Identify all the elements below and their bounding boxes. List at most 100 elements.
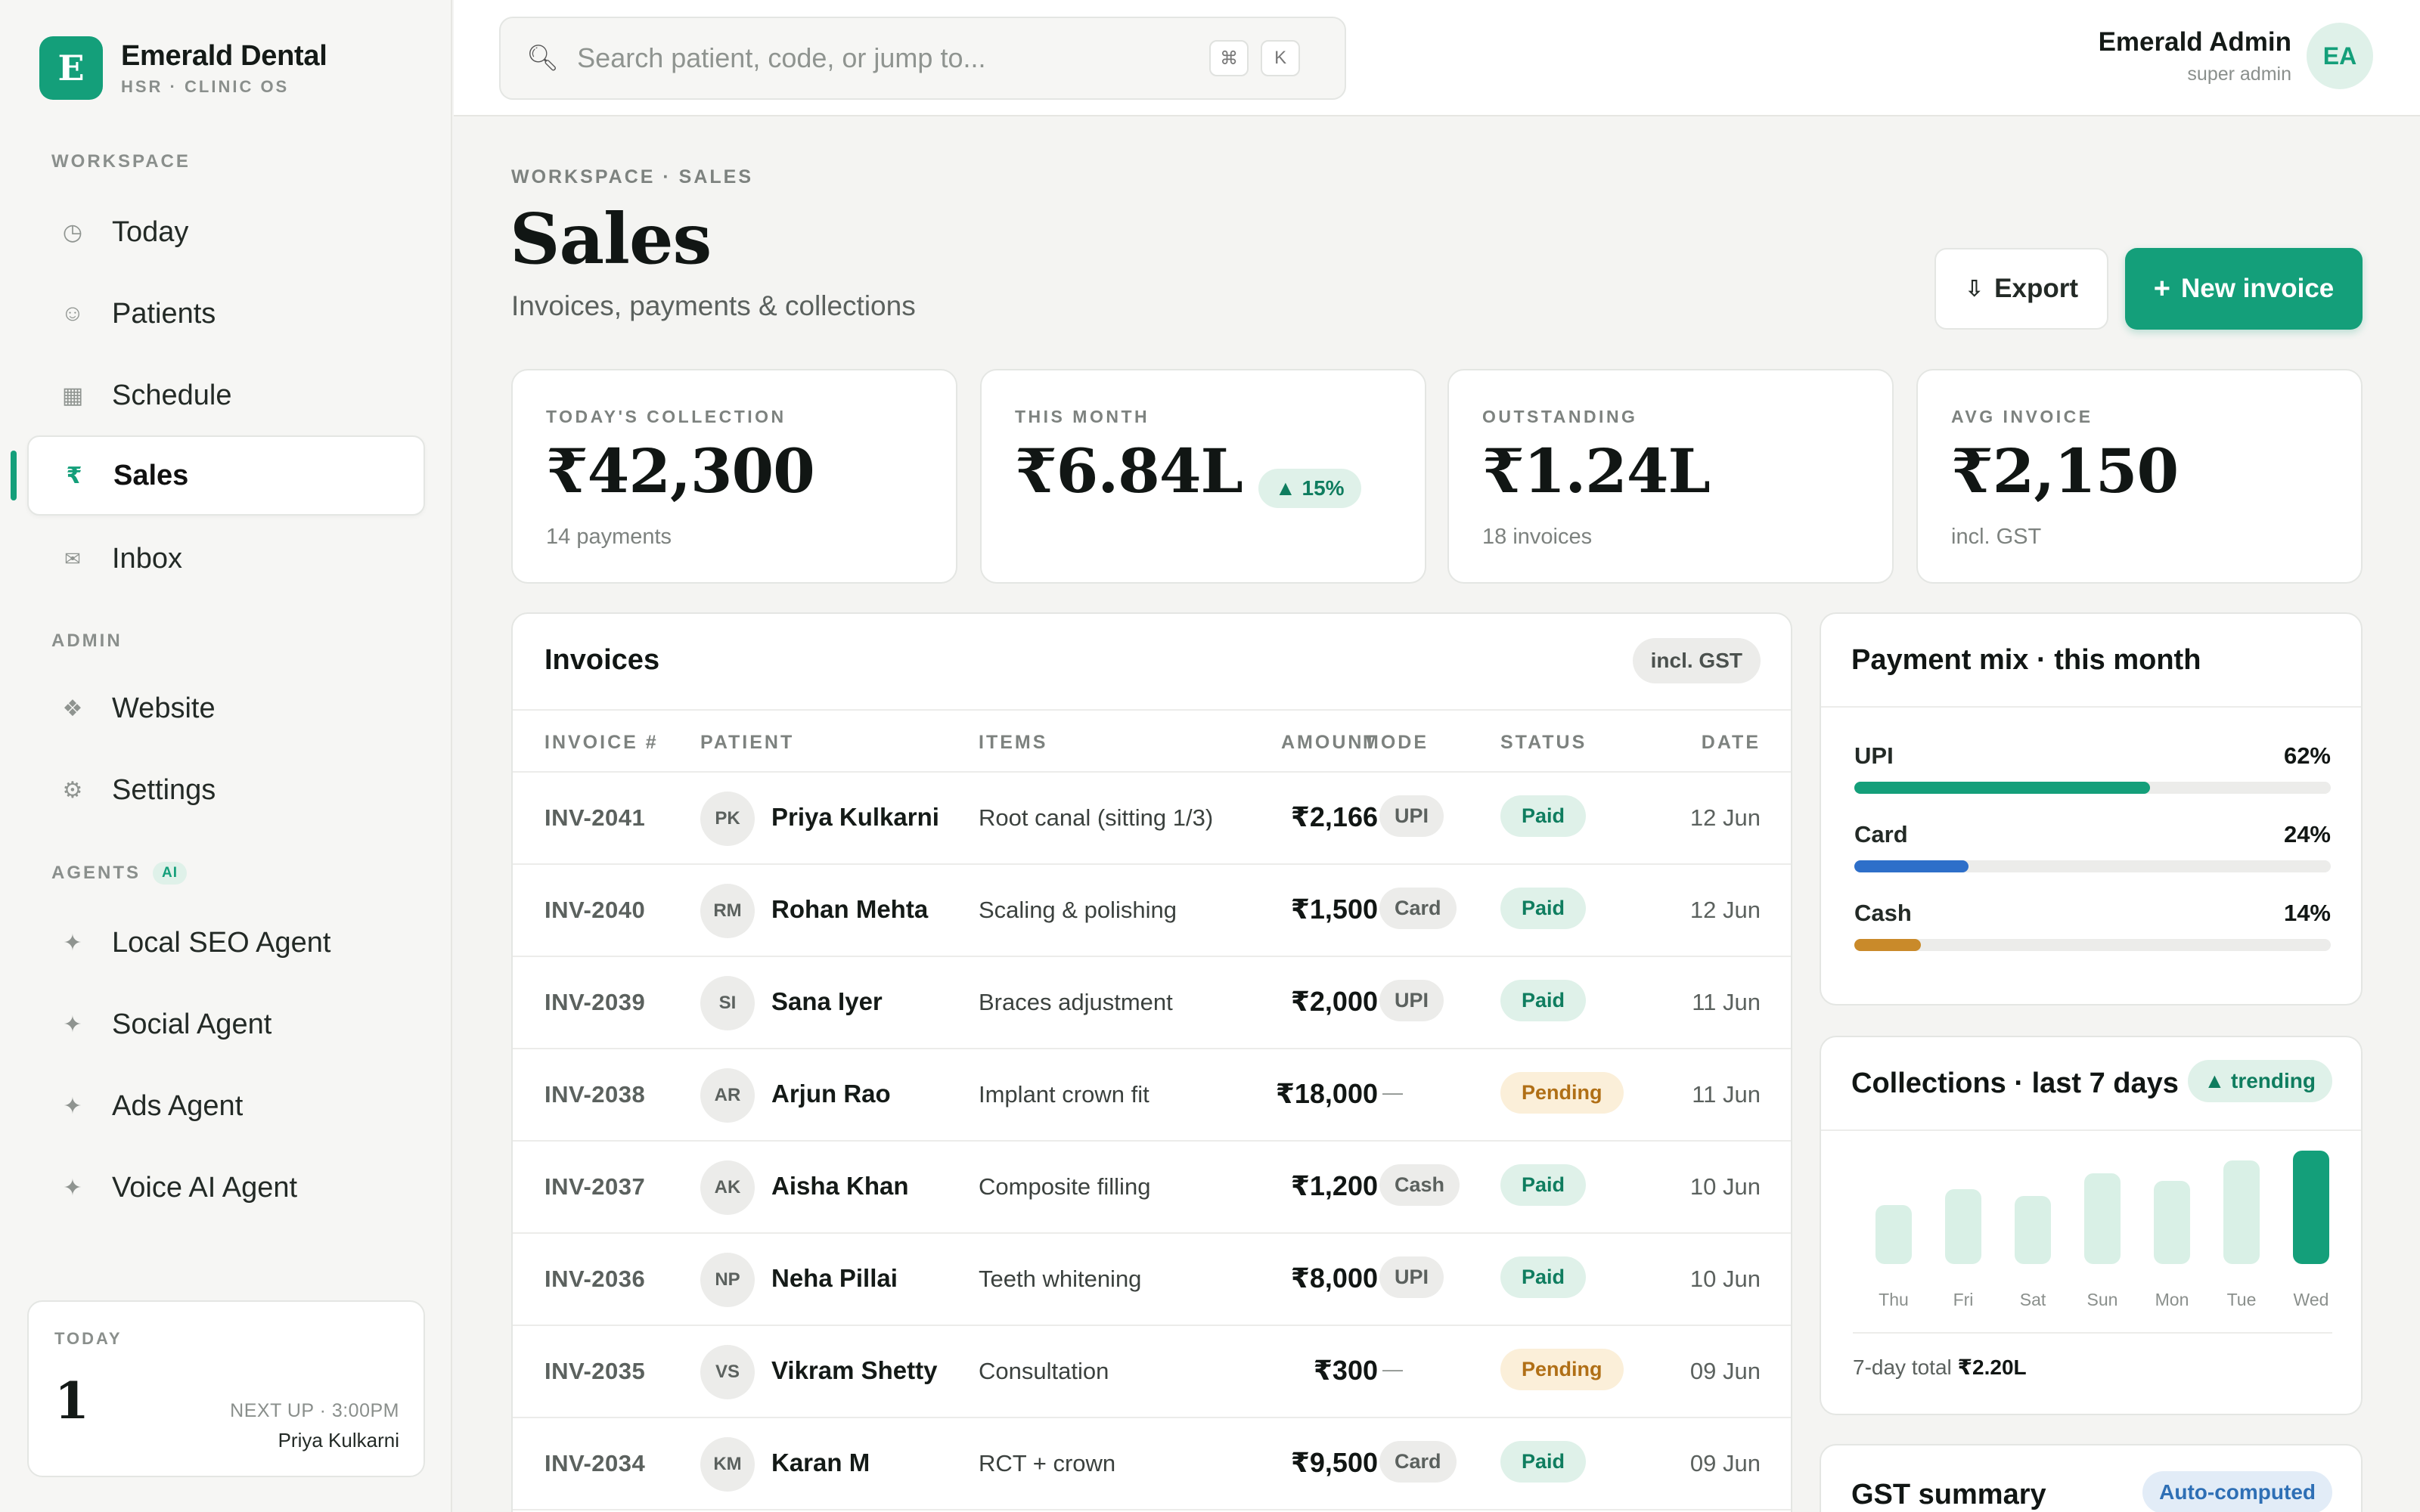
invoice-date: 10 Jun bbox=[1689, 1266, 1761, 1292]
sidebar-item-ads-agent[interactable]: ✦ Ads Agent bbox=[27, 1066, 425, 1146]
invoice-number[interactable]: INV-2040 bbox=[544, 897, 645, 924]
sidebar-item-social-agent[interactable]: ✦ Social Agent bbox=[27, 984, 425, 1064]
patient-name[interactable]: Neha Pillai bbox=[771, 1264, 898, 1293]
gst-summary-panel: GST summary Auto-computed bbox=[1820, 1444, 2363, 1512]
patient-name[interactable]: Priya Kulkarni bbox=[771, 803, 939, 832]
patient-name[interactable]: Sana Iyer bbox=[771, 987, 883, 1016]
invoice-items: RCT + crown bbox=[979, 1450, 1116, 1476]
stat-card-todays-collection: TODAY'S COLLECTION ₹42,300 14 payments bbox=[511, 369, 957, 584]
patient-name[interactable]: Karan M bbox=[771, 1448, 870, 1477]
sidebar-item-sales[interactable]: ₹ Sales bbox=[27, 435, 425, 516]
column-header-date[interactable]: DATE bbox=[1702, 732, 1761, 754]
new-invoice-button-label: New invoice bbox=[2180, 274, 2335, 303]
bar-tue[interactable] bbox=[2223, 1160, 2260, 1264]
breadcrumb: WORKSPACE · SALES bbox=[511, 166, 753, 187]
table-row[interactable]: INV-2036 NP Neha Pillai Teeth whitening ₹8,0… bbox=[513, 1234, 1791, 1326]
invoice-items: Implant crown fit bbox=[979, 1081, 1150, 1108]
patient-name[interactable]: Vikram Shetty bbox=[771, 1356, 938, 1385]
stat-value: ₹6.84L bbox=[1015, 435, 1243, 507]
sidebar-item-schedule[interactable]: ▦ Schedule bbox=[27, 355, 425, 435]
avatar[interactable]: EA bbox=[2307, 23, 2373, 89]
delta-badge: ▲ 15% bbox=[1258, 469, 1361, 508]
sidebar-item-settings[interactable]: ⚙ Settings bbox=[27, 750, 425, 830]
invoices-title: Invoices bbox=[544, 644, 660, 676]
invoice-date: 11 Jun bbox=[1692, 1081, 1761, 1108]
sidebar-item-label: Patients bbox=[112, 297, 216, 330]
column-header-mode[interactable]: MODE bbox=[1363, 732, 1429, 754]
table-row[interactable]: INV-2039 SI Sana Iyer Braces adjustment ₹2,0… bbox=[513, 957, 1791, 1049]
sidebar-item-voice-ai-agent[interactable]: ✦ Voice AI Agent bbox=[27, 1148, 425, 1228]
table-row[interactable]: INV-2037 AK Aisha Khan Composite filling ₹1,… bbox=[513, 1142, 1791, 1234]
invoice-number[interactable]: INV-2036 bbox=[544, 1266, 645, 1293]
stat-subtext: incl. GST bbox=[1951, 525, 2042, 549]
column-header-items[interactable]: ITEMS bbox=[979, 732, 1047, 754]
sidebar-item-website[interactable]: ❖ Website bbox=[27, 668, 425, 748]
patient-avatar: AK bbox=[700, 1160, 755, 1215]
invoice-number[interactable]: INV-2037 bbox=[544, 1173, 645, 1201]
today-card[interactable]: TODAY 1 NEXT UP · 3:00PM Priya Kulkarni bbox=[27, 1300, 425, 1477]
payment-mode-badge: — bbox=[1382, 1081, 1403, 1104]
sparkle-icon: ✦ bbox=[63, 930, 82, 956]
section-workspace: WORKSPACE bbox=[51, 151, 191, 172]
brand[interactable]: E Emerald Dental HSR · CLINIC OS bbox=[39, 36, 327, 100]
invoice-amount: ₹1,500 bbox=[1290, 894, 1378, 925]
payment-mix-panel: Payment mix · this month UPI 62% Card 24% Ca… bbox=[1820, 612, 2363, 1005]
column-header-patient[interactable]: PATIENT bbox=[700, 732, 794, 754]
progress-fill bbox=[1854, 782, 2150, 794]
brand-logo: E bbox=[39, 36, 103, 100]
sidebar-item-label: Sales bbox=[113, 459, 189, 491]
patient-name[interactable]: Arjun Rao bbox=[771, 1080, 891, 1108]
sidebar-item-patients[interactable]: ☺ Patients bbox=[27, 274, 425, 354]
progress-fill bbox=[1854, 939, 1922, 951]
topbar: 🔍︎ ⌘ K Emerald Admin super admin EA bbox=[454, 0, 2420, 116]
invoice-number[interactable]: INV-2039 bbox=[544, 989, 645, 1016]
patient-avatar: PK bbox=[700, 792, 755, 846]
invoice-number[interactable]: INV-2038 bbox=[544, 1081, 645, 1108]
bar-sun[interactable] bbox=[2084, 1173, 2121, 1264]
bar-label: Tue bbox=[2226, 1290, 2257, 1309]
smiley-icon: ☺ bbox=[60, 301, 85, 326]
status-badge: Paid bbox=[1500, 888, 1587, 929]
patient-name[interactable]: Aisha Khan bbox=[771, 1172, 909, 1201]
stat-subtext: 18 invoices bbox=[1482, 525, 1593, 549]
invoice-amount: ₹1,200 bbox=[1290, 1170, 1378, 1201]
user-menu[interactable]: Emerald Admin super admin EA bbox=[2099, 23, 2373, 89]
table-row[interactable]: INV-2035 VS Vikram Shetty Consultation ₹300—… bbox=[513, 1326, 1791, 1418]
bar-wed[interactable] bbox=[2293, 1151, 2329, 1264]
bar-fri[interactable] bbox=[1945, 1189, 1981, 1264]
stat-value: ₹42,300 bbox=[546, 435, 815, 507]
bar-thu[interactable] bbox=[1876, 1205, 1912, 1264]
export-button[interactable]: ⇩ Export bbox=[1934, 248, 2108, 330]
sidebar-item-today[interactable]: ◷ Today bbox=[27, 192, 425, 272]
bar-sat[interactable] bbox=[2015, 1196, 2051, 1264]
column-header-invoice[interactable]: INVOICE # bbox=[544, 732, 659, 754]
invoice-items: Braces adjustment bbox=[979, 989, 1173, 1015]
table-row[interactable]: INV-2040 RM Rohan Mehta Scaling & polishing… bbox=[513, 865, 1791, 957]
payment-mode-label: Cash bbox=[1854, 900, 1912, 926]
search-input[interactable] bbox=[577, 42, 1198, 74]
section-agents-label: AGENTS bbox=[51, 863, 141, 883]
sidebar-item-label: Schedule bbox=[112, 379, 232, 411]
status-badge: Paid bbox=[1500, 1256, 1587, 1298]
search-bar[interactable]: 🔍︎ ⌘ K bbox=[499, 17, 1346, 100]
shortcut-key-k: K bbox=[1261, 40, 1301, 76]
table-row[interactable]: INV-2034 KM Karan M RCT + crown ₹9,500 Card Pa… bbox=[513, 1418, 1791, 1510]
patient-name[interactable]: Rohan Mehta bbox=[771, 895, 928, 924]
table-row[interactable]: INV-2038 AR Arjun Rao Implant crown fit ₹18,… bbox=[513, 1049, 1791, 1142]
stat-label: THIS MONTH bbox=[1015, 407, 1150, 426]
invoice-number[interactable]: INV-2034 bbox=[544, 1450, 645, 1477]
invoice-number[interactable]: INV-2041 bbox=[544, 804, 645, 832]
table-row[interactable]: INV-2041 PK Priya Kulkarni Root canal (sitt… bbox=[513, 773, 1791, 865]
invoice-number[interactable]: INV-2035 bbox=[544, 1358, 645, 1385]
payment-mix-title: Payment mix · this month bbox=[1851, 644, 2201, 676]
trending-badge: ▲ trending bbox=[2187, 1060, 2332, 1102]
sidebar-item-local-seo-agent[interactable]: ✦ Local SEO Agent bbox=[27, 903, 425, 983]
column-header-status[interactable]: STATUS bbox=[1500, 732, 1587, 754]
sidebar-item-inbox[interactable]: ✉ Inbox bbox=[27, 519, 425, 599]
new-invoice-button[interactable]: + New invoice bbox=[2125, 248, 2363, 330]
payment-mix-row: UPI 62% bbox=[1854, 742, 2331, 803]
invoice-items: Scaling & polishing bbox=[979, 897, 1177, 923]
divider bbox=[1821, 706, 2361, 708]
next-up-patient: Priya Kulkarni bbox=[278, 1429, 399, 1452]
bar-mon[interactable] bbox=[2154, 1181, 2190, 1264]
